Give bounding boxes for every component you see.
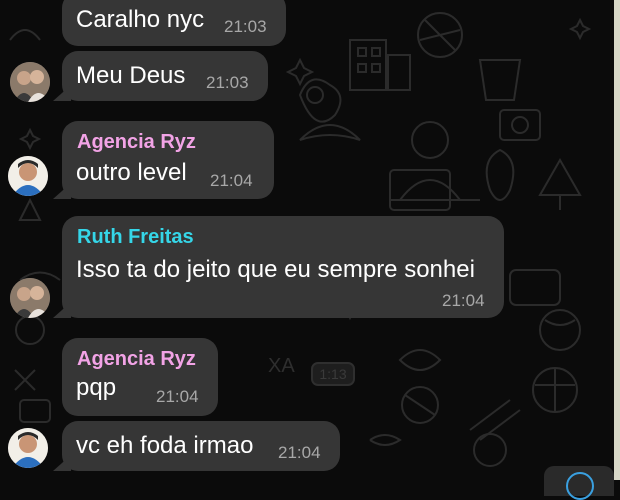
message-bubble[interactable]: Meu Deus 21:03	[62, 51, 268, 101]
message-bubble[interactable]: Agencia Ryz pqp 21:04	[62, 338, 218, 416]
message-bubble[interactable]: Agencia Ryz outro level 21:04	[62, 121, 274, 199]
message-text: vc eh foda irmao	[76, 432, 254, 459]
sender-name[interactable]: Ruth Freitas	[77, 226, 194, 249]
window-edge	[614, 0, 620, 480]
avatar[interactable]	[8, 156, 48, 196]
message-time: 21:04	[210, 171, 253, 190]
avatar-photo-icon	[10, 62, 50, 102]
message-bubble[interactable]: Caralho nyc 21:03	[62, 0, 286, 46]
message-time: 21:04	[442, 291, 485, 310]
scroll-down-button[interactable]	[544, 466, 614, 500]
avatar-photo-icon	[10, 278, 50, 318]
avatar-photo-icon	[8, 428, 48, 468]
message-bubble[interactable]: vc eh foda irmao 21:04	[62, 421, 340, 471]
message-text: Meu Deus	[76, 62, 186, 89]
svg-text:1:13: 1:13	[319, 366, 346, 382]
sender-name[interactable]: Agencia Ryz	[77, 348, 196, 371]
scroll-down-icon	[566, 472, 594, 500]
message-text: outro level	[76, 159, 187, 186]
message-time: 21:03	[224, 17, 267, 36]
svg-text:XA: XA	[268, 355, 295, 377]
avatar[interactable]	[8, 428, 48, 468]
message-text: Caralho nyc	[76, 6, 205, 33]
message-time: 21:03	[206, 73, 249, 92]
message-time: 21:04	[278, 443, 321, 462]
sender-name[interactable]: Agencia Ryz	[77, 131, 196, 154]
avatar[interactable]	[10, 278, 50, 318]
message-time: 21:04	[156, 387, 199, 406]
message-text: pqp	[76, 374, 117, 401]
message-text: Isso ta do jeito que eu sempre sonhei	[76, 256, 475, 283]
avatar[interactable]	[10, 62, 50, 102]
message-bubble[interactable]: Ruth Freitas Isso ta do jeito que eu sem…	[62, 216, 504, 318]
avatar-photo-icon	[8, 156, 48, 196]
